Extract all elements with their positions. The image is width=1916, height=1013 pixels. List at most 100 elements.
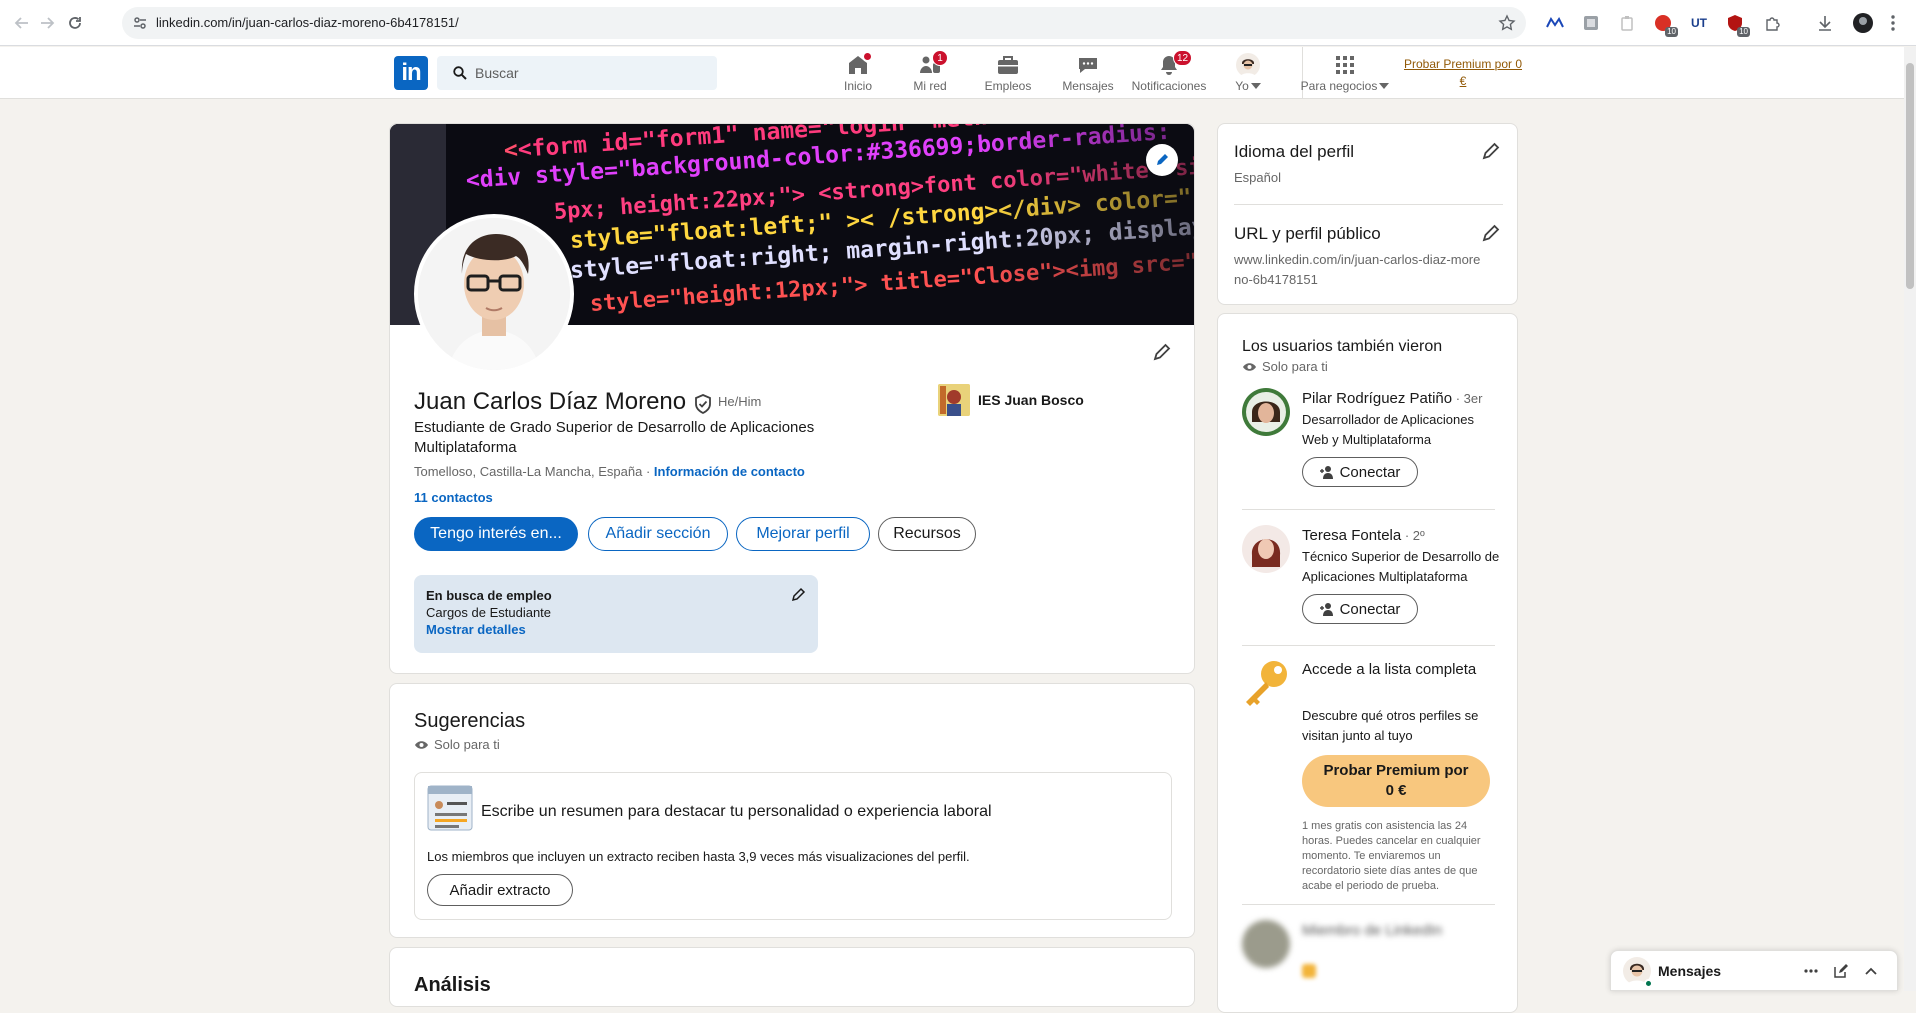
back-icon[interactable] [10,11,34,35]
improve-profile-button[interactable]: Mejorar perfil [736,517,870,551]
person-name[interactable]: Pilar Rodríguez Patiño [1302,390,1452,407]
verified-shield-icon[interactable] [694,394,712,414]
also-viewed-card: Los usuarios también vieron Solo para ti… [1217,313,1518,1013]
open-to-button[interactable]: Tengo interés en... [414,517,578,551]
add-section-button[interactable]: Añadir sección [588,517,728,551]
menu-kebab-icon[interactable] [1882,12,1904,34]
analysis-card: Análisis [389,947,1195,1007]
edit-language-pencil-icon[interactable] [1480,140,1502,162]
extension-shield-icon[interactable]: 10 [1724,12,1750,37]
linkedin-header: in Inicio 1 Mi red Empleos Mensajes 12 N… [0,47,1904,99]
also-viewed-title: Los usuarios también vieron [1242,338,1443,355]
nav-jobs[interactable]: Empleos [978,53,1038,95]
extension-clipboard-icon[interactable] [1616,12,1638,34]
edit-open-to-work-pencil-icon[interactable] [790,587,806,603]
nav-home-label: Inicio [843,79,872,93]
me-avatar [1236,53,1260,77]
connect-button[interactable]: Conectar [1302,594,1418,624]
more-options-icon[interactable] [1803,963,1819,979]
extension-ut-icon[interactable]: UT [1688,12,1710,34]
show-details-link[interactable]: Mostrar detalles [426,622,526,637]
only-you-label: Solo para ti [434,737,500,752]
edit-intro-button[interactable] [1146,336,1178,368]
profile-location-line: Tomelloso, Castilla-La Mancha, España · … [414,464,805,479]
eye-icon [1243,362,1256,371]
bookmark-star-icon[interactable] [1498,14,1516,32]
compose-message-icon[interactable] [1833,963,1849,979]
nav-home[interactable]: Inicio [830,51,886,95]
school-logo [938,384,970,416]
extension-red-badge-icon[interactable]: 10 [1652,12,1678,37]
public-url-title: URL y perfil público [1234,224,1381,243]
nav-business[interactable]: Para negocios [1298,53,1392,95]
connect-button-label: Conectar [1339,463,1401,481]
only-you-label: Solo para ti [1262,359,1328,374]
resources-button[interactable]: Recursos [878,517,976,551]
extensions-puzzle-icon[interactable] [1762,12,1784,34]
suggestion-title: Escribe un resumen para destacar tu pers… [481,803,992,820]
chevron-down-icon [1250,83,1261,89]
connect-button-label: Conectar [1339,600,1401,618]
notifications-badge: 12 [1173,50,1193,66]
search-input[interactable] [475,56,705,90]
connection-degree: · 3er [1452,391,1483,406]
try-premium-link[interactable]: Probar Premium por 0 € [1400,56,1526,90]
site-info-icon[interactable] [132,15,148,31]
education-school-link[interactable]: IES Juan Bosco [938,384,1084,416]
network-badge: 1 [932,50,948,66]
separator: · [642,464,654,479]
blurred-premium-badge [1302,964,1316,978]
search-box[interactable] [437,56,717,90]
profile-language-title: Idioma del perfil [1234,142,1355,161]
open-to-work-box: En busca de empleo Cargos de Estudiante … [414,575,818,653]
address-bar[interactable]: linkedin.com/in/juan-carlos-diaz-moreno-… [122,7,1526,39]
profile-name: Juan Carlos Díaz Moreno [414,388,687,415]
nav-jobs-label: Empleos [984,79,1032,93]
person-headline: Desarrollador de Aplicaciones Web y Mult… [1302,412,1474,447]
try-premium-button[interactable]: Probar Premium por 0 € [1302,755,1490,807]
suggestion-item: Escribe un resumen para destacar tu pers… [414,772,1172,920]
chevron-up-icon[interactable] [1863,963,1879,979]
pencil-icon [1153,343,1171,361]
page-scrollbar[interactable] [1904,47,1916,991]
home-notification-dot [862,51,873,62]
edit-public-url-pencil-icon[interactable] [1480,222,1502,244]
premium-upsell-title: Accede a la lista completa [1302,661,1477,678]
profile-settings-card: Idioma del perfil Español URL y perfil p… [1217,123,1518,305]
nav-messaging[interactable]: Mensajes [1058,53,1118,95]
eye-icon [415,740,428,749]
open-to-work-roles: Cargos de Estudiante [426,605,552,620]
messaging-bar[interactable]: Mensajes [1610,950,1898,991]
chevron-down-icon [1379,83,1390,89]
forward-icon[interactable] [35,11,59,35]
reload-icon[interactable] [63,11,87,35]
contact-info-link[interactable]: Información de contacto [654,464,805,479]
suggestion-description: Los miembros que incluyen un extracto re… [427,849,970,864]
suggestions-card: Sugerencias Solo para ti Escribe un resu… [389,683,1195,938]
person-name[interactable]: Teresa Fontela [1302,527,1401,544]
school-name: IES Juan Bosco [978,392,1084,408]
add-summary-button[interactable]: Añadir extracto [427,874,573,906]
linkedin-logo[interactable]: in [394,56,428,90]
person-avatar[interactable] [1242,388,1290,436]
extension-gray-icon[interactable] [1580,12,1602,34]
browser-profile-avatar[interactable] [1852,12,1874,34]
profile-photo[interactable] [414,214,574,374]
browser-toolbar: linkedin.com/in/juan-carlos-diaz-moreno-… [0,0,1916,46]
blurred-member-name: Miembro de LinkedIn [1302,922,1443,939]
nav-my-network[interactable]: 1 Mi red [904,50,956,95]
person-headline: Técnico Superior de Desarrollo de Aplica… [1302,549,1500,584]
profile-location: Tomelloso, Castilla-La Mancha, España [414,464,643,479]
suggestions-title: Sugerencias [414,710,526,732]
download-icon[interactable] [1814,12,1836,34]
nav-notifications[interactable]: 12 Notificaciones [1126,50,1212,95]
nav-notifications-label: Notificaciones [1131,79,1207,93]
online-status-dot [1644,979,1653,988]
edit-banner-button[interactable] [1146,144,1178,176]
nav-me[interactable]: Yo [1228,53,1268,95]
extension-m-icon[interactable] [1544,12,1566,34]
scrollbar-thumb[interactable] [1906,63,1914,289]
connect-button[interactable]: Conectar [1302,457,1418,487]
person-avatar[interactable] [1242,525,1290,573]
contacts-link[interactable]: 11 contactos [414,490,493,505]
